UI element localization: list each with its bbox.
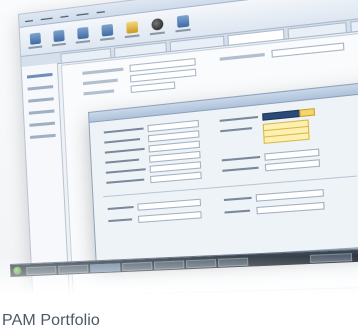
ribbon-button[interactable] [73, 23, 92, 46]
ribbon-tab[interactable]: ▬▬▬ [41, 14, 53, 21]
ribbon-button[interactable] [49, 26, 68, 48]
field-label [106, 178, 145, 184]
ribbon-button[interactable] [147, 14, 167, 37]
chart-icon [100, 23, 113, 37]
ribbon-tab[interactable]: ▬▬ [60, 12, 68, 18]
sidebar-item[interactable] [26, 72, 53, 79]
sidebar-item[interactable] [28, 109, 55, 115]
field-label [219, 115, 259, 122]
record-dialog [88, 81, 358, 265]
field-label [224, 209, 251, 214]
field-label [83, 89, 115, 96]
ribbon-button[interactable] [172, 11, 193, 34]
product-screenshot: ▬▬ ▬▬▬ ▬▬ ▬▬▬ ▬▬ [0, 0, 358, 302]
bottom-fade-overlay [0, 256, 358, 302]
ribbon-button[interactable] [26, 29, 45, 51]
document-icon [76, 26, 89, 39]
field-label [104, 147, 145, 154]
form-field[interactable] [271, 42, 345, 58]
dropdown-button[interactable] [299, 108, 316, 118]
field-label [108, 218, 133, 223]
sidebar-item[interactable] [29, 121, 56, 127]
field-label [222, 166, 259, 172]
sidebar-item[interactable] [30, 133, 56, 139]
form-field[interactable] [137, 198, 202, 211]
form-field[interactable] [150, 171, 202, 184]
form-field[interactable] [130, 81, 176, 93]
form-field[interactable] [264, 159, 321, 172]
field-label [105, 168, 146, 174]
user-icon [176, 14, 189, 28]
form-field[interactable] [138, 211, 202, 223]
save-icon [52, 29, 65, 42]
ribbon-tab[interactable]: ▬▬ [96, 8, 104, 14]
ribbon-button[interactable] [97, 20, 117, 43]
ribbon-tab[interactable]: ▬▬▬ [76, 10, 88, 17]
field-label [104, 138, 141, 144]
field-label [219, 52, 265, 61]
field-label [220, 127, 253, 133]
field-label [105, 158, 140, 164]
field-label [103, 127, 144, 134]
selected-field[interactable] [262, 109, 302, 121]
field-label [82, 78, 118, 86]
sidebar-item[interactable] [27, 85, 54, 91]
sidebar-item[interactable] [28, 97, 54, 103]
ribbon-tab[interactable]: ▬▬ [25, 17, 33, 23]
record-icon [150, 17, 163, 31]
ribbon-button[interactable] [122, 17, 142, 40]
tools-icon [125, 20, 138, 34]
field-label [107, 205, 134, 211]
folder-icon [29, 32, 41, 45]
form-field[interactable] [255, 189, 324, 202]
product-caption: PAM Portfolio [2, 312, 100, 329]
form-field[interactable] [256, 201, 325, 215]
field-label [221, 155, 261, 162]
field-label [223, 196, 252, 202]
field-label [82, 67, 124, 75]
